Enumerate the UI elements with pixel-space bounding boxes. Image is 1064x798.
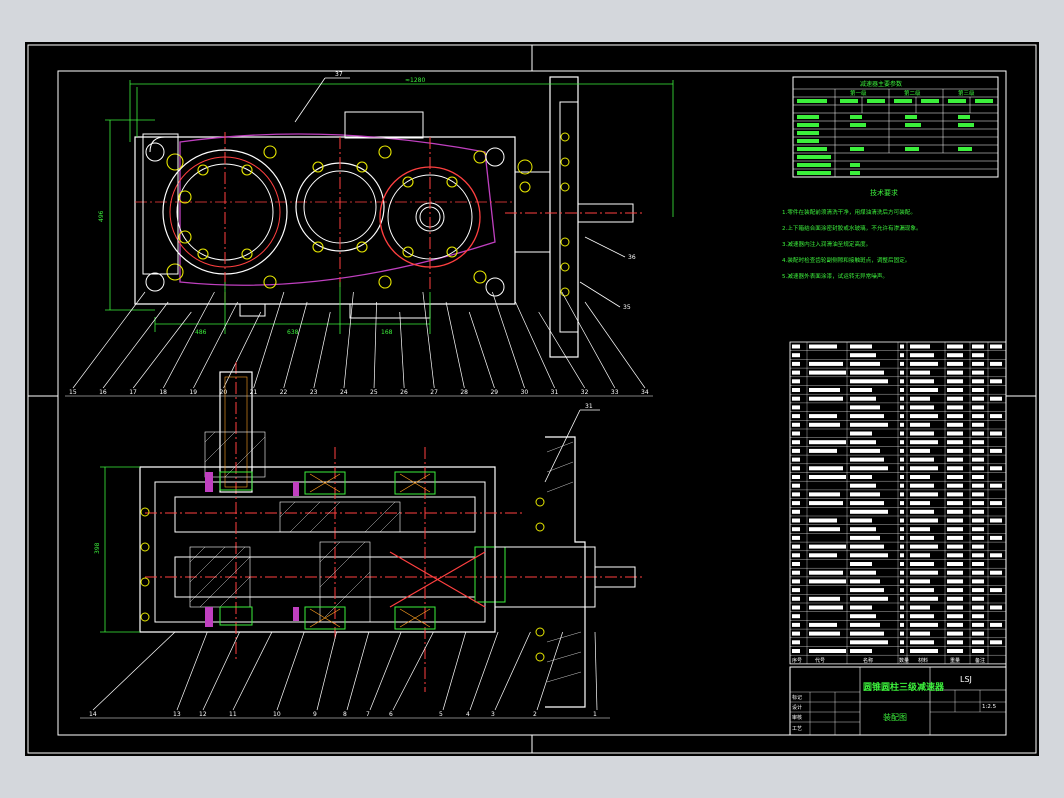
callout-26: 26: [400, 389, 408, 396]
callout-27: 27: [430, 389, 438, 396]
tech-req-title: 技术要求: [870, 188, 898, 197]
callout-30: 30: [521, 389, 529, 396]
callout-23: 23: [310, 389, 318, 396]
callout-14: 14: [89, 711, 97, 718]
callout-1: 1: [593, 711, 597, 718]
callout-35: 35: [623, 304, 631, 311]
callout-12: 12: [199, 711, 207, 718]
parts-header-cell: 数量: [899, 657, 909, 664]
tech-req-line: 1.零件在装配前须清洗干净，用煤油清洗后方可装配。: [782, 208, 916, 216]
callout-6: 6: [389, 711, 393, 718]
drawing-scale: 1:2.5: [982, 704, 997, 710]
callout-15: 15: [69, 389, 77, 396]
callout-24: 24: [340, 389, 348, 396]
tech-req-lines: 1.零件在装配前须清洗干净，用煤油清洗后方可装配。 2.上下箱结合面涂密封胶或水玻…: [782, 208, 922, 280]
callout-34: 34: [641, 389, 649, 396]
tb-row-3: 工艺: [792, 726, 802, 732]
parts-header-cell: 重量: [950, 657, 960, 664]
stage-1: 第一级: [850, 89, 867, 97]
drawing-title: 圆锥圆柱三级减速器: [863, 681, 945, 693]
drawing-code: LSJ: [960, 675, 972, 684]
tech-req-line: 4.装配时检查齿轮副侧隙和接触斑点，调整后固定。: [782, 256, 910, 264]
callout-17: 17: [129, 389, 137, 396]
dim-height: 496: [98, 210, 105, 222]
section-view-callouts: 14 13 12 11 10 9 8 7 6 5 4 3 2 1: [80, 631, 610, 719]
dim-left-a: 486: [195, 329, 207, 336]
technical-requirements: 技术要求: [870, 188, 898, 197]
section-view: 398 31: [94, 362, 645, 708]
top-view-callouts: 15 16 17 18 19 20 21 22 23 24 25 26 27 28 29 30 31 32 33 34: [65, 291, 653, 397]
callout-31: 31: [585, 403, 593, 410]
callout-28: 28: [460, 389, 468, 396]
drawing-subtitle: 装配图: [883, 712, 907, 722]
parts-header-cell: 材料: [918, 657, 928, 664]
tech-req-line: 2.上下箱结合面涂密封胶或水玻璃，不允许有渗漏现象。: [782, 224, 922, 232]
title-block: 圆锥圆柱三级减速器 装配图 LSJ 1:2.5 标记 设计 审核 工艺: [789, 666, 1007, 736]
parts-header-cell: 序号: [792, 657, 802, 664]
section-dim-height: 398: [94, 542, 101, 554]
tech-req-line: 3.减速器内注入润滑油至规定高度。: [782, 240, 871, 248]
parts-header-cell: 代号: [815, 657, 825, 664]
callout-25: 25: [370, 389, 378, 396]
dim-left-b: 638: [287, 329, 299, 336]
dim-right: 168: [381, 329, 393, 336]
callout-10: 10: [273, 711, 281, 718]
callout-16: 16: [99, 389, 107, 396]
tb-row-0: 标记: [792, 694, 802, 701]
callout-3: 3: [491, 711, 495, 718]
param-table-title: 减速器主要参数: [860, 80, 902, 88]
stage-2: 第二级: [904, 89, 921, 97]
dim-overall: ≈1280: [405, 77, 425, 84]
callout-33: 33: [611, 389, 619, 396]
callout-2: 2: [533, 711, 537, 718]
parts-header-cell: 备注: [975, 657, 985, 664]
callout-13: 13: [173, 711, 181, 718]
callout-7: 7: [366, 711, 370, 718]
tb-row-2: 审核: [792, 714, 802, 721]
tech-req-line: 5.减速器外表面涂漆，试运转无异常噪声。: [782, 272, 888, 280]
callout-4: 4: [466, 711, 470, 718]
param-table: 减速器主要参数 第一级 第二级 第三级: [792, 76, 999, 178]
callout-19: 19: [189, 389, 197, 396]
callout-8: 8: [343, 711, 347, 718]
callout-37: 37: [335, 71, 343, 78]
callout-32: 32: [581, 389, 589, 396]
callout-18: 18: [159, 389, 167, 396]
callout-9: 9: [313, 711, 317, 718]
parts-header-cell: 名称: [863, 657, 873, 664]
callout-29: 29: [490, 389, 498, 396]
callout-5: 5: [439, 711, 443, 718]
top-view: ≈1280 496 486 638 168 37 36 35: [98, 71, 674, 358]
callout-31: 31: [551, 389, 559, 396]
drawing-canvas: ≈1280 496 486 638 168 37 36 35 15 16 17 18 1…: [25, 42, 1039, 756]
callout-36: 36: [628, 254, 636, 261]
callout-11: 11: [229, 711, 237, 718]
outer-frame: [27, 44, 1037, 754]
parts-table: 序号 代号 名称 数量 材料 重量 备注: [789, 341, 1007, 665]
callout-21: 21: [250, 389, 258, 396]
tb-row-1: 设计: [792, 704, 802, 711]
stage-3: 第三级: [958, 89, 975, 97]
callout-20: 20: [220, 389, 228, 396]
callout-22: 22: [280, 389, 288, 396]
